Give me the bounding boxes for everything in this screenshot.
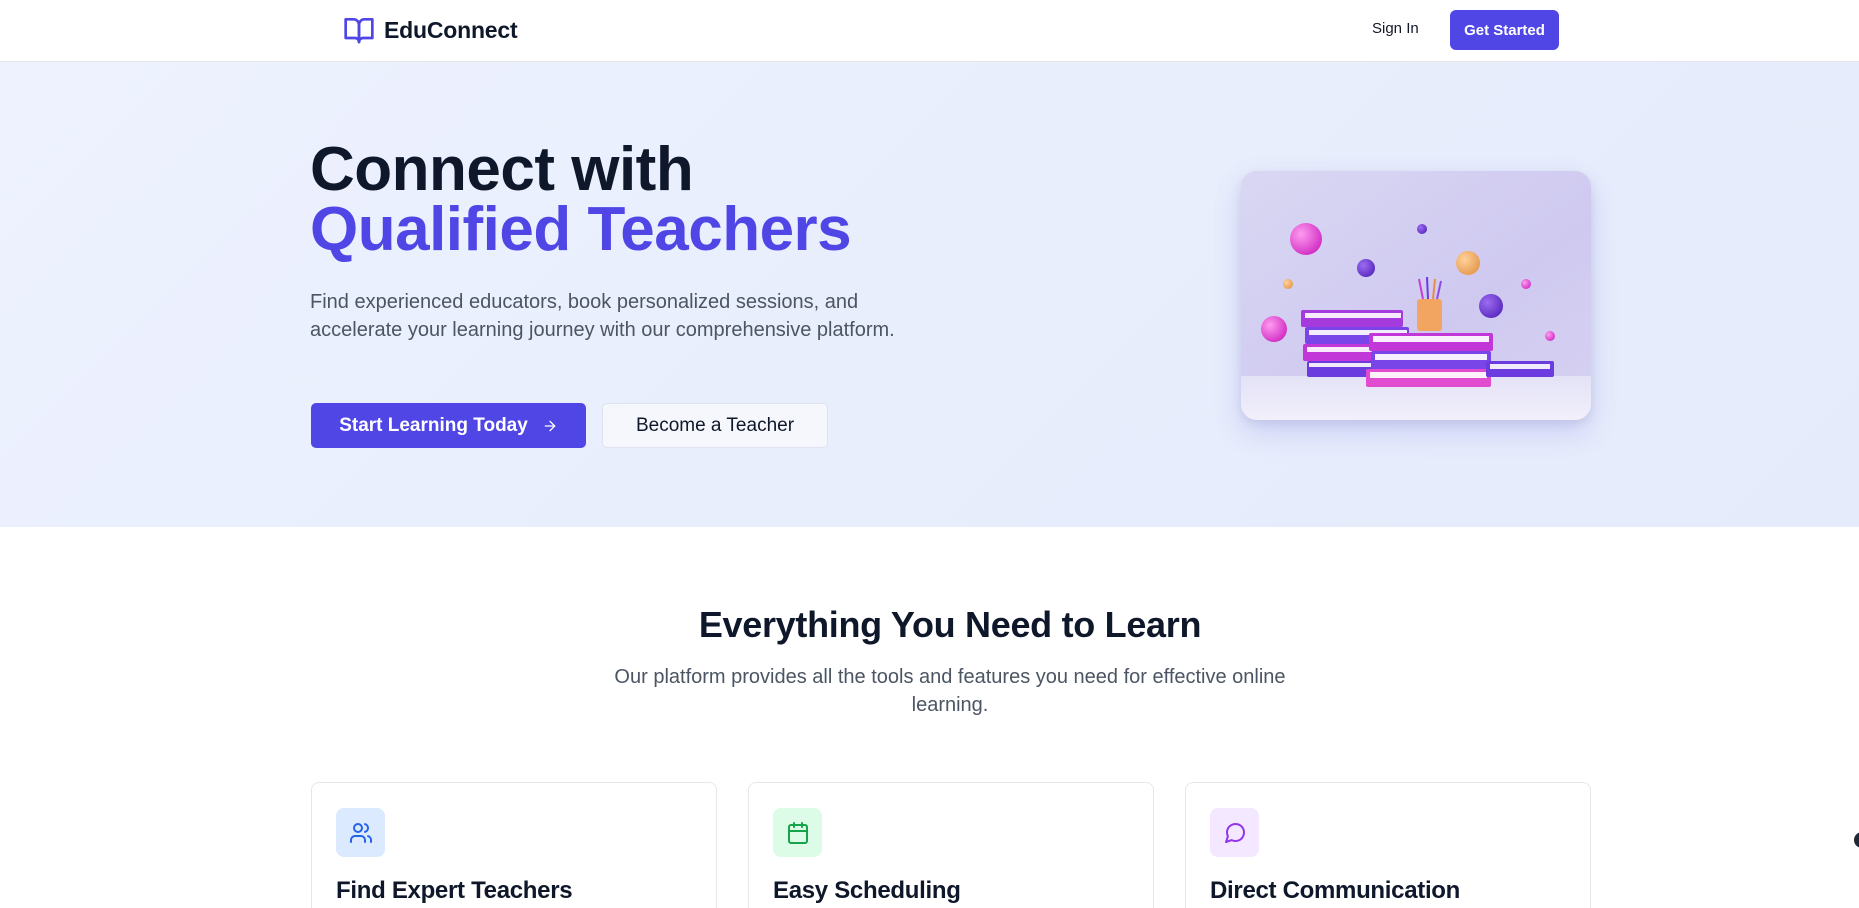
users-icon bbox=[349, 822, 372, 843]
start-learning-label: Start Learning Today bbox=[339, 414, 528, 436]
card-icon-wrap bbox=[336, 808, 385, 857]
brand-name: EduConnect bbox=[384, 16, 518, 43]
hero-title-line1: Connect with bbox=[310, 135, 694, 204]
card-icon-wrap bbox=[1210, 808, 1259, 857]
message-circle-icon bbox=[1224, 822, 1245, 843]
floating-widget-button[interactable] bbox=[1854, 832, 1859, 848]
feature-card-scheduling[interactable]: Easy Scheduling bbox=[748, 782, 1154, 908]
book-open-icon bbox=[344, 18, 374, 44]
card-title: Find Expert Teachers bbox=[336, 877, 573, 904]
hero-section: Connect with Qualified Teachers Find exp… bbox=[0, 62, 1859, 527]
features-subtitle: Our platform provides all the tools and … bbox=[614, 666, 1286, 716]
arrow-right-icon bbox=[544, 420, 556, 431]
calendar-icon bbox=[787, 821, 808, 844]
books-illustration bbox=[1241, 171, 1591, 420]
hero-description: Find experienced educators, book persona… bbox=[310, 291, 895, 341]
brand-logo[interactable]: EduConnect bbox=[343, 14, 518, 46]
card-title: Easy Scheduling bbox=[773, 877, 961, 904]
card-icon-wrap bbox=[773, 808, 822, 857]
sign-in-link[interactable]: Sign In bbox=[1362, 18, 1429, 39]
hero-title: Connect with Qualified Teachers bbox=[310, 135, 852, 264]
get-started-button[interactable]: Get Started bbox=[1450, 10, 1559, 50]
site-header: EduConnect Sign In Get Started bbox=[0, 0, 1859, 62]
hero-title-line2: Qualified Teachers bbox=[310, 195, 852, 264]
start-learning-button[interactable]: Start Learning Today bbox=[311, 403, 586, 448]
feature-card-communication[interactable]: Direct Communication bbox=[1185, 782, 1591, 908]
become-teacher-button[interactable]: Become a Teacher bbox=[602, 403, 828, 448]
features-title: Everything You Need to Learn bbox=[698, 604, 1202, 645]
feature-card-find-teachers[interactable]: Find Expert Teachers bbox=[311, 782, 717, 908]
card-title: Direct Communication bbox=[1210, 877, 1461, 904]
hero-illustration bbox=[1241, 171, 1591, 420]
